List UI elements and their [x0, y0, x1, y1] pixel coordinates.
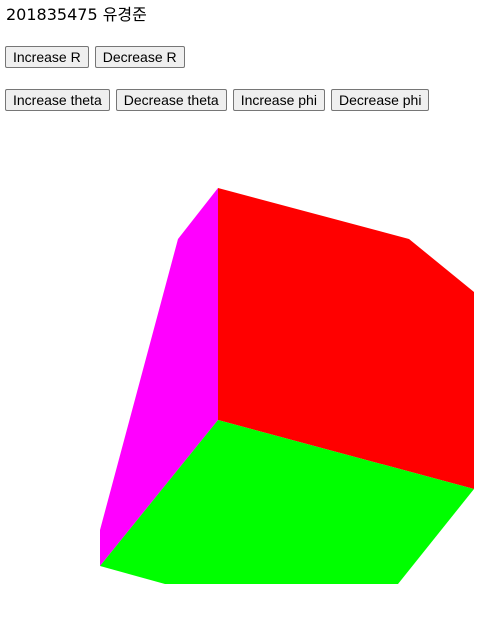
angle-controls: Increase theta Decrease theta Increase p…: [5, 89, 430, 111]
increase-theta-button[interactable]: Increase theta: [5, 89, 110, 111]
page: 201835475 유경준 Increase R Decrease R Incr…: [0, 0, 504, 617]
increase-phi-button[interactable]: Increase phi: [232, 89, 325, 111]
decrease-r-button[interactable]: Decrease R: [94, 46, 185, 68]
decrease-phi-button[interactable]: Decrease phi: [330, 89, 430, 111]
decrease-theta-button[interactable]: Decrease theta: [115, 89, 227, 111]
radius-controls: Increase R Decrease R: [5, 46, 185, 68]
increase-r-button[interactable]: Increase R: [5, 46, 89, 68]
cube-canvas: [0, 120, 504, 617]
cube-drawing: [100, 188, 474, 584]
page-title: 201835475 유경준: [6, 5, 147, 24]
